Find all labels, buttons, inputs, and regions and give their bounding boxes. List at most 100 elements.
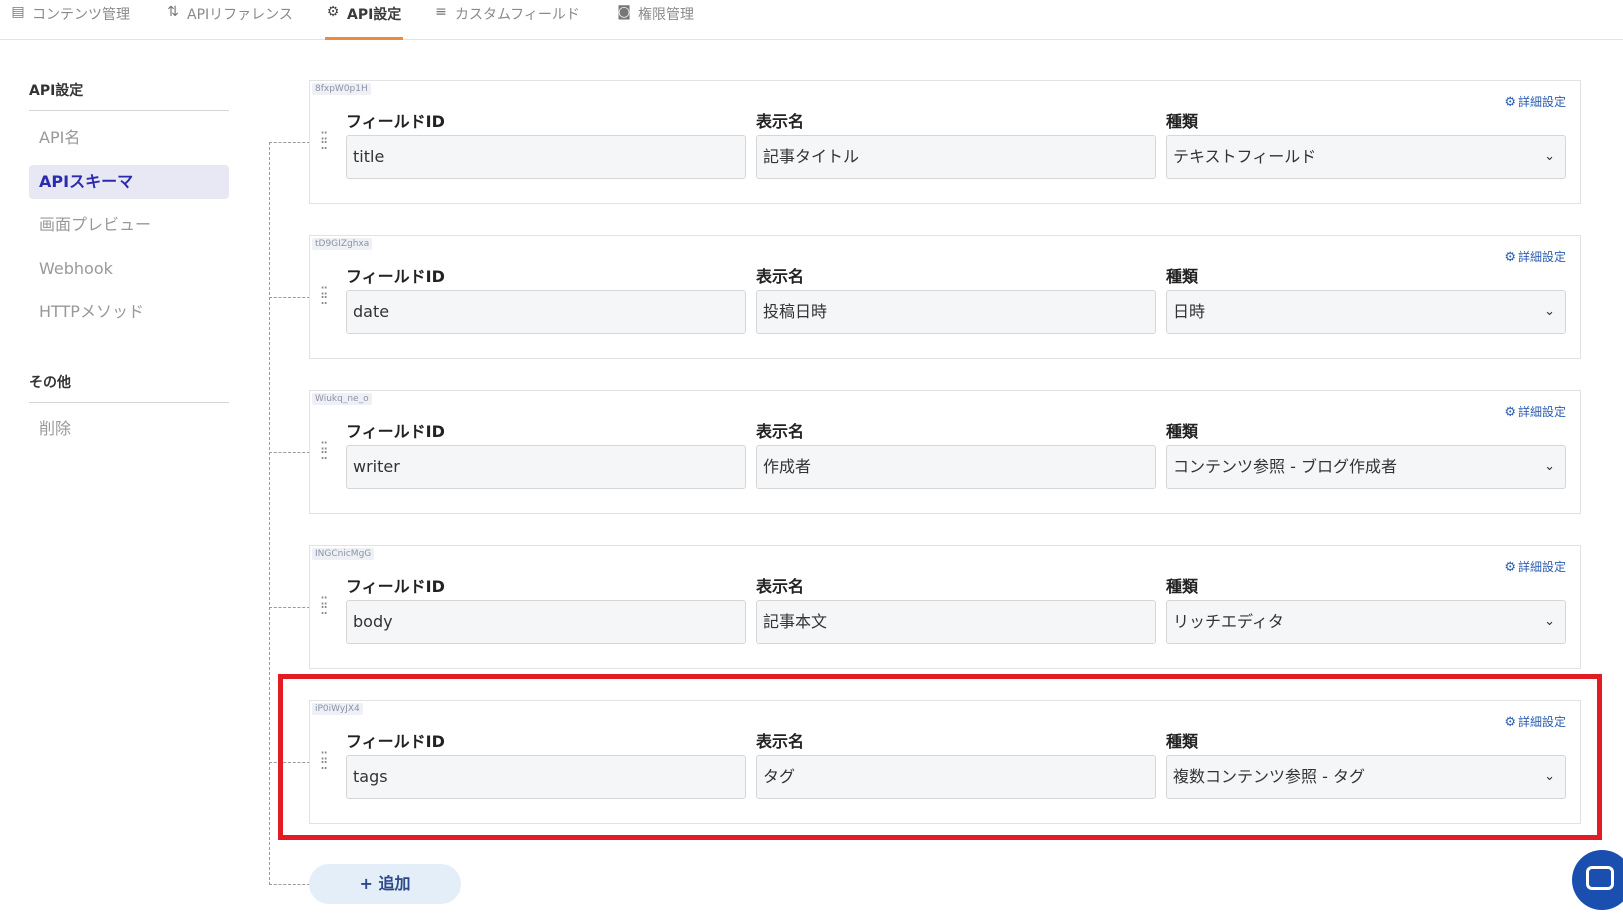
tree-branch xyxy=(269,607,310,608)
tab-api-settings[interactable]: ⚙ API設定 xyxy=(325,0,403,40)
type-select-value: 日時 xyxy=(1173,302,1206,321)
display-name-label: 表示名 xyxy=(756,732,805,751)
tab-custom-field[interactable]: ≡ カスタムフィールド xyxy=(433,0,593,40)
drag-handle-icon[interactable]: ⁚⁚ ⁚⁚ xyxy=(320,595,334,617)
gear-icon: ⚙ xyxy=(1504,715,1516,730)
tab-label: コンテンツ管理 xyxy=(32,7,130,23)
type-label: 種類 xyxy=(1166,267,1199,286)
display-name-label: 表示名 xyxy=(756,112,805,131)
type-select-value: リッチエディタ xyxy=(1173,612,1284,631)
drag-handle-icon[interactable]: ⁚⁚ ⁚⁚ xyxy=(320,285,334,307)
sidebar-item-screen-preview[interactable]: 画面プレビュー xyxy=(29,208,229,242)
type-select-value: 複数コンテンツ参照 - タグ xyxy=(1173,767,1365,786)
gear-icon: ⚙ xyxy=(1504,405,1516,420)
type-label: 種類 xyxy=(1166,732,1199,751)
detail-settings-link[interactable]: ⚙ 詳細設定 xyxy=(1504,248,1566,265)
sidebar-item-webhook[interactable]: Webhook xyxy=(29,252,229,286)
field-id-label: フィールドID xyxy=(346,267,445,286)
tab-api-reference[interactable]: ⇅ APIリファレンス xyxy=(165,0,300,40)
sidebar-item-api-name[interactable]: API名 xyxy=(29,121,229,155)
display-name-label: 表示名 xyxy=(756,422,805,441)
type-select[interactable]: リッチエディタ ⌄ xyxy=(1166,600,1566,644)
user-badge-icon: ◙ xyxy=(617,4,631,20)
field-id-input[interactable]: tags xyxy=(346,755,746,799)
type-select[interactable]: 複数コンテンツ参照 - タグ ⌄ xyxy=(1166,755,1566,799)
tab-label: API設定 xyxy=(347,7,402,23)
chat-widget-button[interactable] xyxy=(1572,850,1623,910)
display-name-input[interactable]: 記事本文 xyxy=(756,600,1156,644)
chevron-down-icon: ⌄ xyxy=(1544,614,1555,629)
sidebar-item-delete[interactable]: 削除 xyxy=(29,412,229,446)
sidebar-item-api-schema[interactable]: APIスキーマ xyxy=(29,165,229,199)
detail-settings-label: 詳細設定 xyxy=(1517,405,1566,419)
display-name-label: 表示名 xyxy=(756,267,805,286)
tab-label: カスタムフィールド xyxy=(455,7,580,23)
detail-settings-label: 詳細設定 xyxy=(1517,95,1566,109)
field-uid: Wiukq_ne_o xyxy=(312,393,372,405)
field-id-label: フィールドID xyxy=(346,422,445,441)
add-field-button[interactable]: + 追加 xyxy=(309,864,461,904)
tab-label: APIリファレンス xyxy=(187,7,293,23)
gear-icon: ⚙ xyxy=(326,4,340,20)
chat-bubble-icon xyxy=(1586,866,1614,890)
tab-content-management[interactable]: ▤ コンテンツ管理 xyxy=(10,0,135,40)
field-id-input[interactable]: date xyxy=(346,290,746,334)
sidebar-item-http-method[interactable]: HTTPメソッド xyxy=(29,295,229,329)
tree-branch xyxy=(269,452,310,453)
tree-connector xyxy=(269,142,270,885)
document-icon: ▤ xyxy=(11,4,25,20)
field-uid: tD9GIZghxa xyxy=(312,238,373,250)
type-select[interactable]: 日時 ⌄ xyxy=(1166,290,1566,334)
detail-settings-link[interactable]: ⚙ 詳細設定 xyxy=(1504,713,1566,730)
type-label: 種類 xyxy=(1166,422,1199,441)
detail-settings-link[interactable]: ⚙ 詳細設定 xyxy=(1504,403,1566,420)
field-card: iP0iWyJX4 ⁚⁚ ⁚⁚ フィールドID 表示名 種類 ⚙ 詳細設定 tags… xyxy=(309,700,1581,824)
display-name-input[interactable]: 記事タイトル xyxy=(756,135,1156,179)
type-select-value: コンテンツ参照 - ブログ作成者 xyxy=(1173,457,1397,476)
drag-handle-icon[interactable]: ⁚⁚ ⁚⁚ xyxy=(320,440,334,462)
type-label: 種類 xyxy=(1166,112,1199,131)
chevron-down-icon: ⌄ xyxy=(1544,459,1555,474)
list-add-icon: ≡ xyxy=(435,4,447,20)
gear-icon: ⚙ xyxy=(1504,95,1516,110)
divider xyxy=(29,110,229,111)
field-id-label: フィールドID xyxy=(346,732,445,751)
field-id-label: フィールドID xyxy=(346,577,445,596)
display-name-input[interactable]: 投稿日時 xyxy=(756,290,1156,334)
field-id-input[interactable]: title xyxy=(346,135,746,179)
sidebar-section-title: その他 xyxy=(29,375,71,391)
drag-handle-icon[interactable]: ⁚⁚ ⁚⁚ xyxy=(320,130,334,152)
display-name-input[interactable]: 作成者 xyxy=(756,445,1156,489)
field-card: tD9GIZghxa ⁚⁚ ⁚⁚ フィールドID 表示名 種類 ⚙ 詳細設定 dat… xyxy=(309,235,1581,359)
field-card: Wiukq_ne_o ⁚⁚ ⁚⁚ フィールドID 表示名 種類 ⚙ 詳細設定 wri… xyxy=(309,390,1581,514)
field-id-input[interactable]: body xyxy=(346,600,746,644)
type-select-value: テキストフィールド xyxy=(1173,147,1317,166)
field-id-input[interactable]: writer xyxy=(346,445,746,489)
field-id-label: フィールドID xyxy=(346,112,445,131)
chevron-down-icon: ⌄ xyxy=(1544,149,1555,164)
detail-settings-link[interactable]: ⚙ 詳細設定 xyxy=(1504,93,1566,110)
detail-settings-label: 詳細設定 xyxy=(1517,250,1566,264)
display-name-label: 表示名 xyxy=(756,577,805,596)
tree-branch xyxy=(269,297,310,298)
tab-permissions[interactable]: ◙ 権限管理 xyxy=(616,0,706,40)
detail-settings-label: 詳細設定 xyxy=(1517,715,1566,729)
type-select[interactable]: コンテンツ参照 - ブログ作成者 ⌄ xyxy=(1166,445,1566,489)
tab-label: 権限管理 xyxy=(638,7,694,23)
detail-settings-link[interactable]: ⚙ 詳細設定 xyxy=(1504,558,1566,575)
tree-branch xyxy=(269,884,310,885)
gear-icon: ⚙ xyxy=(1504,250,1516,265)
drag-handle-icon[interactable]: ⁚⁚ ⁚⁚ xyxy=(320,750,334,772)
chevron-down-icon: ⌄ xyxy=(1544,769,1555,784)
field-card: INGCnicMgG ⁚⁚ ⁚⁚ フィールドID 表示名 種類 ⚙ 詳細設定 bod… xyxy=(309,545,1581,669)
type-select[interactable]: テキストフィールド ⌄ xyxy=(1166,135,1566,179)
field-uid: INGCnicMgG xyxy=(312,548,375,560)
field-uid: iP0iWyJX4 xyxy=(312,703,363,715)
sidebar-section-title: API設定 xyxy=(29,83,84,99)
field-uid: 8fxpW0p1H xyxy=(312,83,371,95)
detail-settings-label: 詳細設定 xyxy=(1517,560,1566,574)
sort-arrows-icon: ⇅ xyxy=(167,4,179,20)
top-tab-bar: ▤ コンテンツ管理 ⇅ APIリファレンス ⚙ API設定 ≡ カスタムフィール… xyxy=(0,0,1623,40)
tree-branch xyxy=(269,142,310,143)
display-name-input[interactable]: タグ xyxy=(756,755,1156,799)
